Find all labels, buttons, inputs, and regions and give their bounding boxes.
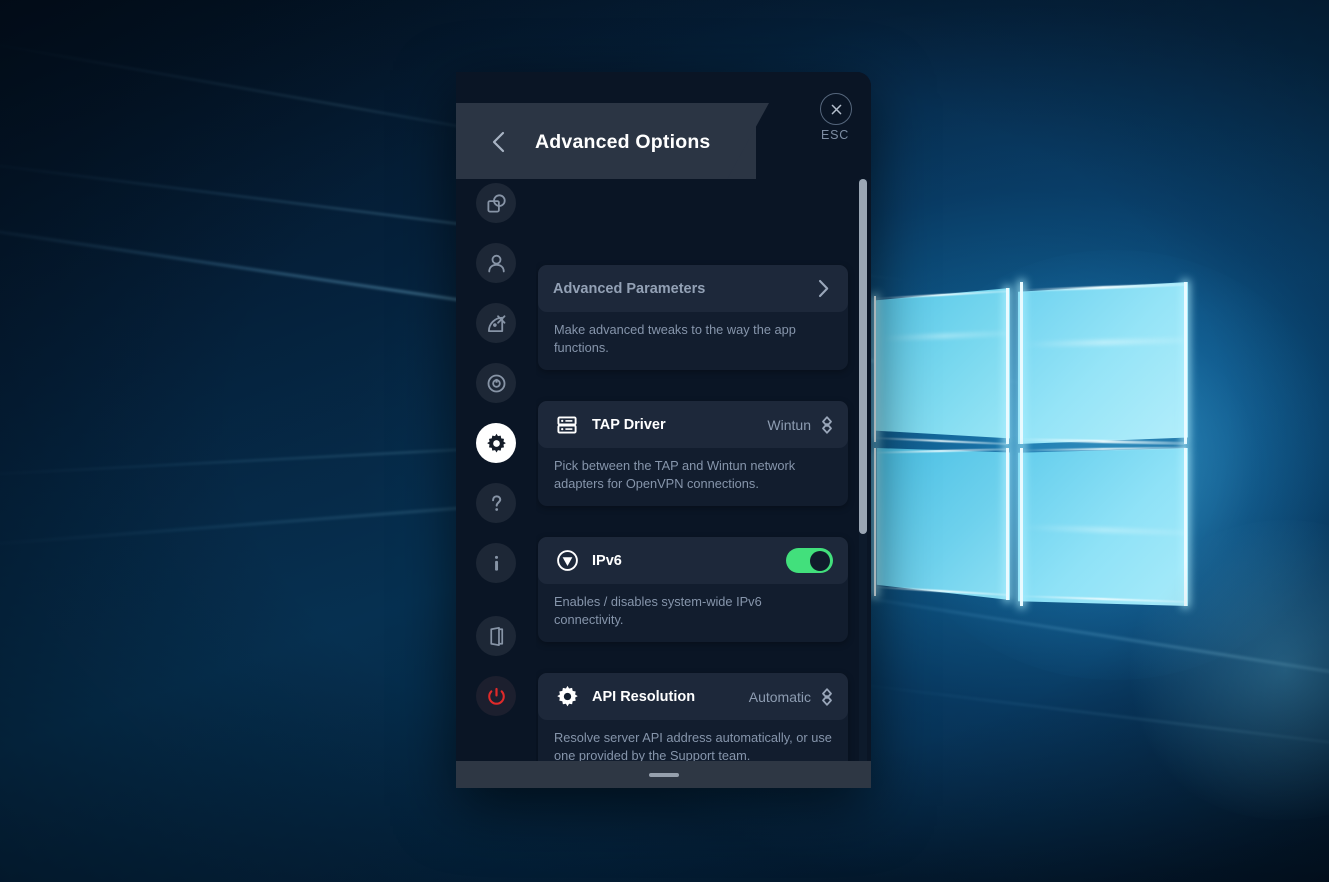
setting-card-ipv6[interactable]: IPv6 Enables / disables system-wide IPv6… xyxy=(538,537,848,643)
navigation-circle-icon xyxy=(553,548,581,574)
chevron-up-down-icon[interactable] xyxy=(820,687,833,707)
sidebar-item-logout[interactable] xyxy=(476,616,516,656)
setting-description: Make advanced tweaks to the way the app … xyxy=(554,322,796,355)
setting-title: TAP Driver xyxy=(592,416,666,433)
esc-label: ESC xyxy=(820,128,850,142)
chevron-right-icon[interactable] xyxy=(813,279,833,299)
setting-value: Wintun xyxy=(767,416,811,433)
sidebar-item-settings[interactable] xyxy=(476,423,516,463)
close-button[interactable] xyxy=(820,93,852,125)
setting-description: Enables / disables system-wide IPv6 conn… xyxy=(554,594,762,627)
setting-title: API Resolution xyxy=(592,688,696,705)
sidebar-item-help[interactable] xyxy=(476,483,516,523)
setting-value: Automatic xyxy=(748,688,811,705)
person-icon xyxy=(487,254,505,272)
settings-list: Advanced Parameters Make advanced tweaks… xyxy=(536,179,856,788)
setting-description: Pick between the TAP and Wintun network … xyxy=(554,458,796,491)
scrollbar-thumb[interactable] xyxy=(859,179,867,534)
chevron-left-icon xyxy=(492,131,505,153)
sidebar-item-kill-switch[interactable] xyxy=(476,363,516,403)
toggle-knob xyxy=(810,550,830,571)
sidebar-item-connection[interactable] xyxy=(476,303,516,343)
sidebar xyxy=(456,179,536,788)
back-button[interactable] xyxy=(482,128,516,156)
drag-handle[interactable] xyxy=(649,773,679,777)
chevron-up-down-icon[interactable] xyxy=(820,415,833,435)
setting-card-tap-driver[interactable]: TAP Driver Wintun Pick between the TAP a… xyxy=(538,401,848,507)
page-title: Advanced Options xyxy=(535,130,711,153)
question-mark-icon xyxy=(491,494,501,511)
sidebar-item-account[interactable] xyxy=(476,243,516,283)
setting-row[interactable]: IPv6 xyxy=(538,537,848,584)
info-icon xyxy=(494,555,498,571)
wallpaper-light-streak xyxy=(822,679,1329,759)
power-icon xyxy=(487,687,505,705)
sidebar-item-apps[interactable] xyxy=(476,183,516,223)
apps-shapes-icon xyxy=(486,193,506,213)
close-icon xyxy=(831,104,841,114)
setting-title: Advanced Parameters xyxy=(553,280,706,297)
windows-logo-icon xyxy=(872,282,1188,606)
sidebar-item-info[interactable] xyxy=(476,543,516,583)
screen: Advanced Options ESC Advanced Parameters… xyxy=(0,0,1329,882)
setting-card-advanced-parameters[interactable]: Advanced Parameters Make advanced tweaks… xyxy=(538,265,848,371)
gear-icon xyxy=(486,433,506,452)
setting-row[interactable]: API Resolution Automatic xyxy=(538,673,848,720)
gear-icon xyxy=(553,684,581,710)
setting-row[interactable]: TAP Driver Wintun xyxy=(538,401,848,448)
setting-row[interactable]: Advanced Parameters xyxy=(538,265,848,312)
ipv6-toggle[interactable] xyxy=(786,548,833,573)
setting-title: IPv6 xyxy=(592,552,622,569)
satellite-dish-icon xyxy=(487,314,505,332)
app-window: Advanced Options ESC Advanced Parameters… xyxy=(456,72,871,788)
target-disc-icon xyxy=(487,374,505,392)
sidebar-item-power[interactable] xyxy=(476,676,516,716)
server-rack-icon xyxy=(553,412,581,438)
exit-door-icon xyxy=(489,626,503,646)
